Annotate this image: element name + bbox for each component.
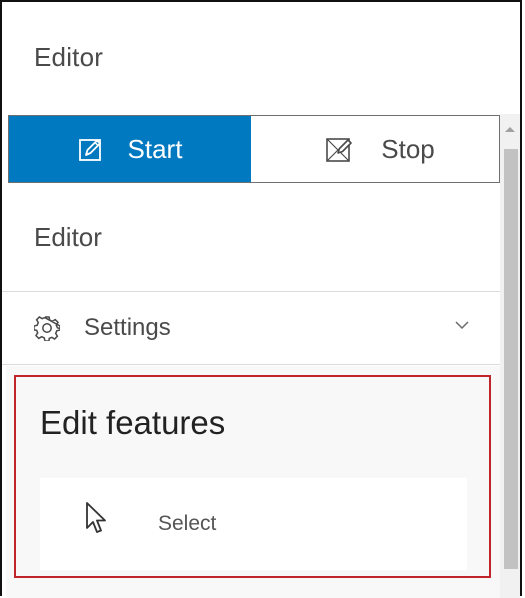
stop-button[interactable]: Stop xyxy=(251,116,499,182)
section-title: Editor xyxy=(34,222,102,252)
pencil-edit-icon xyxy=(78,136,104,162)
chevron-down-icon xyxy=(454,320,470,330)
divider xyxy=(2,364,500,365)
edit-session-toggle: Start Stop xyxy=(8,115,500,183)
stop-button-label: Stop xyxy=(381,133,435,164)
scrollbar-thumb[interactable] xyxy=(504,149,518,569)
start-button-label: Start xyxy=(127,133,183,164)
panel-title: Editor xyxy=(34,42,104,72)
start-button[interactable]: Start xyxy=(9,116,251,182)
gear-icon xyxy=(34,315,60,341)
edit-features-highlight xyxy=(14,375,491,578)
settings-label: Settings xyxy=(84,314,171,341)
settings-expander[interactable]: Settings xyxy=(2,292,500,364)
scroll-up-arrow-icon[interactable] xyxy=(500,114,520,144)
stop-edit-icon xyxy=(325,135,353,163)
vertical-scrollbar[interactable] xyxy=(500,114,520,598)
